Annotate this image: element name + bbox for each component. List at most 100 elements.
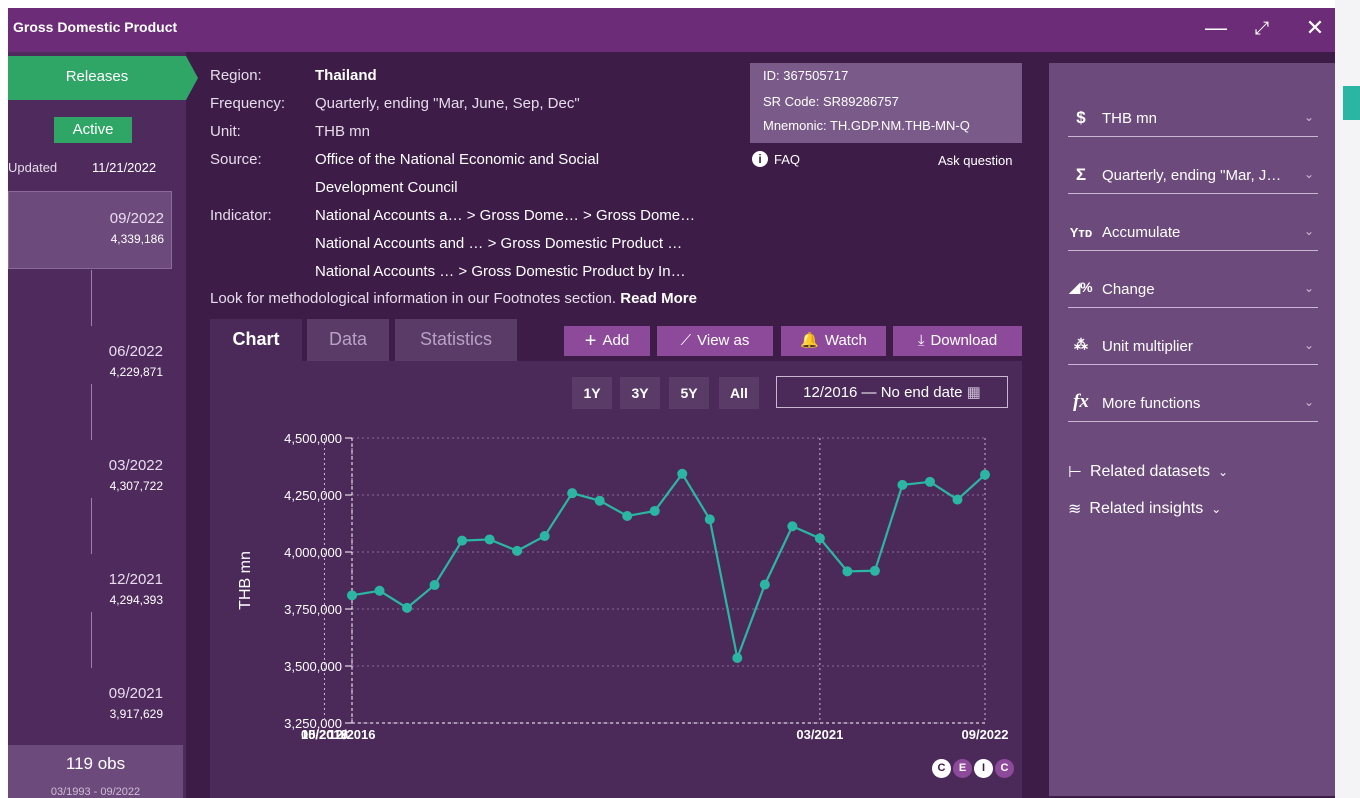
related-insights-label: Related insights [1089,500,1204,517]
data-point [567,488,578,499]
faq-link[interactable]: i FAQ [752,151,800,167]
data-point [512,545,523,556]
footnote-text: Look for methodological information in o… [210,290,697,307]
tab-data[interactable]: Data [307,319,389,361]
dollar-icon: $ [1076,108,1086,127]
download-label: Download [930,332,998,349]
logo-letter: C [995,759,1014,778]
footnote-message: Look for methodological information in o… [210,290,617,307]
release-period: 09/2022 [109,210,164,227]
x-tick-label: 03/2021 [796,727,843,742]
plus-icon: + [584,330,597,352]
function-unit-multiplier[interactable]: ⁂ Unit multiplier ⌄ [1068,334,1318,365]
release-item[interactable]: 12/2021 4,294,393 [8,553,170,629]
release-value: 4,294,393 [109,593,163,607]
minimize-icon[interactable]: — [1198,8,1234,48]
related-insights-toggle[interactable]: ≋ Related insights ⌄ [1068,499,1221,519]
release-value: 4,229,871 [109,365,163,379]
data-point [484,534,495,545]
observations-count: 119 obs [65,754,126,773]
indicator-label: Indicator: [210,207,272,224]
sigma-icon: Σ [1075,165,1087,184]
related-datasets-label: Related datasets [1089,463,1211,480]
bell-icon: 🔔 [800,332,819,349]
data-point [897,479,908,490]
sr-code: SR Code: SR89286757 [763,94,899,109]
add-label: Add [602,332,630,349]
line-chart-icon: ⟋ [680,332,692,349]
ask-question-link[interactable]: Ask question [938,153,1012,168]
active-badge: Active [54,117,132,143]
updated-label: Updated [8,160,58,175]
info-icon: i [752,151,768,167]
fx-icon: fx [1073,391,1089,412]
watch-button[interactable]: 🔔 Watch [781,326,886,356]
download-button[interactable]: ⤓ Download [893,326,1022,356]
function-label: Quarterly, ending "Mar, J… [1102,167,1282,184]
data-point [704,514,715,525]
chevron-down-icon: ⌄ [1303,110,1314,124]
function-frequency[interactable]: Σ Quarterly, ending "Mar, J… ⌄ [1068,163,1318,194]
read-more-link[interactable]: Read More [620,290,697,307]
source-value-line2[interactable]: Development Council [315,179,458,196]
download-icon: ⤓ [917,332,925,349]
unit-label: Unit: [210,123,241,140]
data-point [347,590,357,601]
data-point [594,495,605,506]
close-icon[interactable]: ✕ [1297,8,1333,48]
data-point [759,579,770,590]
change-icon: ◢% [1069,279,1093,295]
release-value: 4,307,722 [109,479,163,493]
data-point [732,653,743,664]
maximize-icon[interactable]: ⤢ [1244,8,1280,48]
data-point [402,602,413,613]
faq-label: FAQ [774,151,801,167]
ceic-logo: C E I C [932,759,1014,778]
indicator-path[interactable]: National Accounts a… > Gross Dome… > Gro… [315,207,695,224]
function-change[interactable]: ◢% Change ⌄ [1068,277,1318,308]
unit-value: THB mn [315,123,371,140]
source-value-line1[interactable]: Office of the National Economic and Soci… [315,151,599,168]
release-period: 06/2022 [108,343,163,360]
frequency-value: Quarterly, ending "Mar, June, Sep, Dec" [315,95,580,112]
tab-statistics[interactable]: Statistics [395,319,517,361]
function-label: Change [1102,281,1155,298]
gdp-line-chart: 3,250,0003,500,0003,750,0004,000,0004,25… [237,431,1009,742]
timeline-connector [91,270,92,326]
series-id: ID: 367505717 [763,68,849,83]
related-datasets-toggle[interactable]: ⊢ Related datasets ⌄ [1068,462,1228,482]
data-point [869,565,880,576]
region-value: Thailand [315,67,377,84]
chevron-down-icon: ⌄ [1303,224,1314,238]
data-point [842,566,853,577]
series-line [351,471,986,663]
function-more[interactable]: fx More functions ⌄ [1068,391,1318,422]
data-point [429,580,440,591]
release-item[interactable]: 03/2022 4,307,722 [8,439,170,515]
updated-date: 11/21/2022 [92,160,157,175]
function-label: THB mn [1102,110,1158,127]
multiplier-icon: ⁂ [1074,336,1088,352]
function-unit[interactable]: $ THB mn ⌄ [1068,106,1318,137]
release-value: 4,339,186 [110,232,164,246]
logo-letter: E [953,759,972,778]
logo-letter: I [974,759,993,778]
chevron-down-icon: ⌄ [1211,502,1222,516]
background-app-strip [1335,0,1360,798]
function-accumulate[interactable]: Yᴛᴅ Accumulate ⌄ [1068,220,1318,251]
release-item[interactable]: 09/2021 3,917,629 [8,667,170,743]
release-item[interactable]: 06/2022 4,229,871 [8,325,170,401]
release-item[interactable]: 09/2022 4,339,186 [8,191,172,269]
data-point [677,468,688,479]
source-label: Source: [210,151,262,168]
tab-chart[interactable]: Chart [210,319,302,361]
function-label: Unit multiplier [1102,338,1193,355]
indicator-path[interactable]: National Accounts and … > Gross Domestic… [315,235,682,252]
view-as-button[interactable]: ⟋ View as [657,326,773,356]
release-value: 3,917,629 [109,707,163,721]
chevron-down-icon: ⌄ [1303,281,1314,295]
add-button[interactable]: + Add [564,326,650,356]
frequency-label: Frequency: [210,95,286,112]
region-label: Region: [210,67,262,84]
indicator-path[interactable]: National Accounts … > Gross Domestic Pro… [315,263,686,280]
